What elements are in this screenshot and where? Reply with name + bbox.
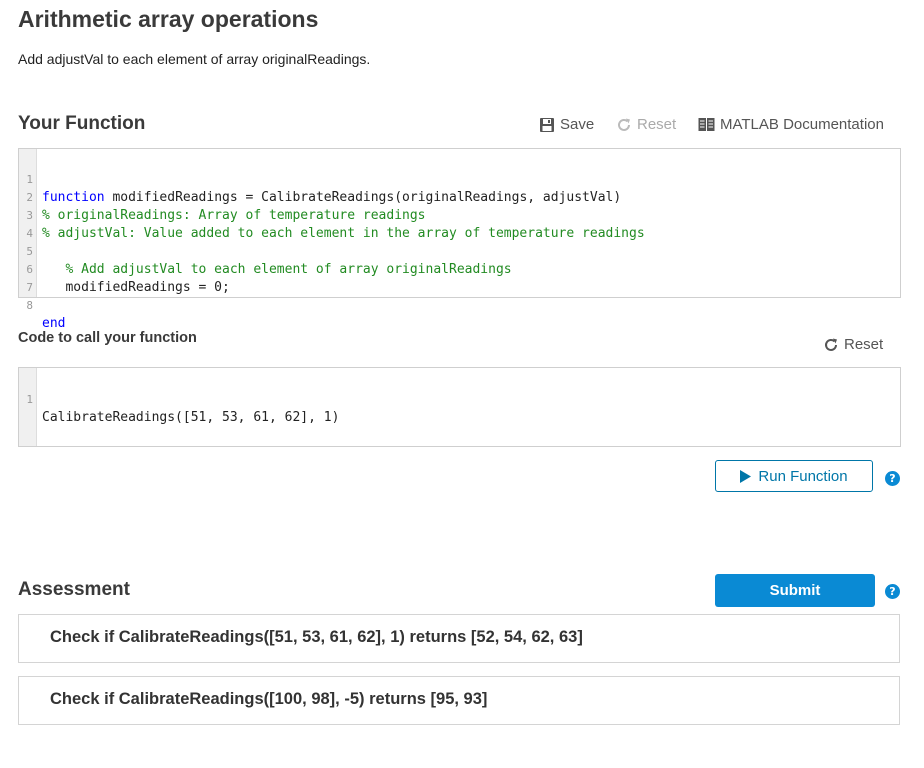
code-line: 2 % originalReadings: Array of temperatu… [19, 171, 900, 223]
reset-label: Reset [637, 116, 677, 133]
code-text: CalibrateReadings([51, 53, 61, 62], 1) [42, 410, 340, 425]
save-button[interactable]: Save [539, 116, 594, 133]
code-line: 3 % adjustVal: Value added to each eleme… [19, 189, 900, 241]
reset-icon [618, 118, 630, 131]
reset-call-code-button[interactable]: Reset [823, 336, 883, 353]
run-help-icon[interactable]: ? [885, 471, 900, 486]
book-icon [698, 118, 715, 131]
code-line: 4 [19, 207, 900, 240]
run-function-button[interactable]: Run Function [715, 460, 873, 492]
page-title: Arithmetic array operations [18, 6, 319, 32]
play-icon [740, 469, 752, 483]
reset-function-button[interactable]: Reset [616, 116, 676, 133]
reset-icon [825, 338, 837, 351]
code-line: 1 function modifiedReadings = CalibrateR… [19, 153, 900, 205]
line-number: 8 [26, 299, 33, 312]
run-function-label: Run Function [758, 467, 848, 485]
submit-button[interactable]: Submit [715, 574, 875, 607]
reset-label: Reset [844, 336, 884, 353]
code-line: 1 CalibrateReadings([51, 53, 61, 62], 1) [19, 373, 900, 425]
your-function-heading: Your Function [18, 113, 146, 134]
assessment-test-text: Check if CalibrateReadings([100, 98], -5… [50, 690, 488, 708]
docs-label: MATLAB Documentation [720, 116, 884, 133]
function-code-editor[interactable]: 1 function modifiedReadings = CalibrateR… [18, 148, 901, 331]
matlab-documentation-button[interactable]: MATLAB Documentation [698, 116, 884, 133]
assessment-heading: Assessment [18, 579, 130, 600]
assessment-test-item[interactable]: Check if CalibrateReadings([100, 98], -5… [18, 676, 900, 725]
submit-help-icon[interactable]: ? [885, 584, 900, 599]
call-code-editor[interactable]: 1 CalibrateReadings([51, 53, 61, 62], 1) [18, 367, 901, 447]
save-label: Save [560, 116, 595, 133]
code-line: 5 % Add adjustVal to each element of arr… [19, 225, 900, 277]
assessment-test-text: Check if CalibrateReadings([51, 53, 61, … [50, 628, 583, 646]
call-code-heading: Code to call your function [18, 330, 197, 346]
problem-description: Add adjustVal to each element of array o… [18, 51, 371, 67]
save-icon [540, 117, 554, 132]
code-line: 6 modifiedReadings = 0; [19, 243, 900, 295]
line-number: 1 [26, 393, 33, 406]
assessment-test-item[interactable]: Check if CalibrateReadings([51, 53, 61, … [18, 614, 900, 663]
code-line: 8 end [19, 279, 900, 331]
code-line: 7 [19, 261, 900, 294]
submit-label: Submit [769, 582, 821, 599]
